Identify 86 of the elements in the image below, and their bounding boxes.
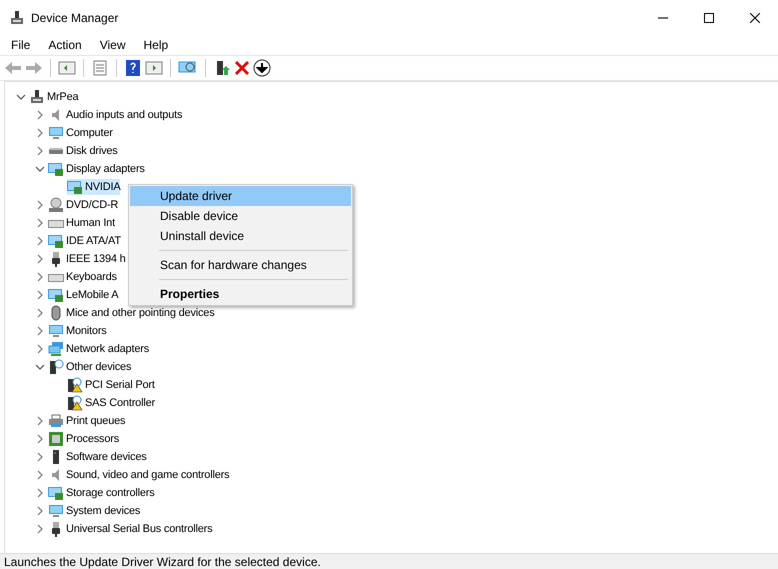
context-menu-item[interactable]: Scan for hardware changes (130, 255, 351, 275)
expand-chevron-icon[interactable] (35, 254, 45, 264)
expand-chevron-icon[interactable] (35, 308, 45, 318)
display-card-icon (48, 233, 64, 249)
expand-chevron-icon[interactable] (35, 344, 45, 354)
expand-chevron-icon[interactable] (35, 290, 45, 300)
monitor-icon (48, 125, 64, 141)
context-menu-item[interactable]: Uninstall device (130, 226, 351, 246)
tree-item[interactable]: Human Int (66, 214, 115, 232)
tree-item[interactable]: IDE ATA/AT (66, 232, 121, 250)
context-menu-item[interactable]: Disable device (130, 206, 351, 226)
chip-icon (48, 431, 64, 447)
window-title: Device Manager (31, 10, 118, 26)
tree-item[interactable]: MrPea (47, 88, 78, 106)
unknown-device-icon (48, 359, 64, 375)
tree-item[interactable]: Monitors (66, 322, 107, 340)
close-icon (750, 12, 760, 22)
expand-chevron-icon[interactable] (35, 524, 45, 534)
expand-chevron-icon[interactable] (35, 110, 45, 120)
tree-item[interactable]: System devices (66, 502, 140, 520)
monitor-icon (48, 323, 64, 339)
tree-item[interactable]: Disk drives (66, 142, 118, 160)
tree-item[interactable]: Software devices (66, 448, 147, 466)
expand-chevron-icon[interactable] (35, 272, 45, 282)
remove-icon[interactable] (234, 60, 250, 76)
context-menu-item[interactable]: Update driver (130, 186, 351, 206)
menu-item[interactable]: View (90, 36, 134, 54)
tree-item[interactable]: Processors (66, 430, 120, 448)
expand-chevron-icon[interactable] (35, 488, 45, 498)
tree-item[interactable]: Universal Serial Bus controllers (66, 520, 212, 538)
network-icon (48, 341, 64, 357)
tree-item[interactable]: IEEE 1394 h (66, 250, 126, 268)
properties-icon[interactable] (91, 60, 109, 76)
monitor-icon (48, 503, 64, 519)
tree-item[interactable]: Sound, video and game controllers (66, 466, 230, 484)
tree-item[interactable]: Mice and other pointing devices (66, 304, 215, 322)
drive-icon (48, 148, 64, 154)
warning-device-icon (67, 395, 83, 411)
tree-item[interactable]: SAS Controller (85, 394, 155, 412)
tree-item[interactable]: Display adapters (66, 160, 145, 178)
menu-item[interactable]: Help (134, 36, 178, 54)
expand-chevron-icon[interactable] (35, 506, 45, 516)
tree-item[interactable]: LeMobile A (66, 286, 118, 304)
computer-icon (29, 89, 45, 105)
expand-chevron-icon[interactable] (35, 218, 45, 228)
tree-item[interactable]: PCI Serial Port (85, 376, 155, 394)
collapse-chevron-icon[interactable] (35, 164, 45, 174)
expand-chevron-icon[interactable] (35, 146, 45, 156)
menu-item[interactable]: File (2, 36, 40, 54)
tree-item[interactable]: Network adapters (66, 340, 150, 358)
printer-icon (48, 413, 64, 429)
expand-chevron-icon[interactable] (35, 326, 45, 336)
tree-item[interactable]: Other devices (66, 358, 132, 376)
menu-item[interactable]: Action (39, 36, 91, 54)
expand-chevron-icon[interactable] (35, 416, 45, 426)
expand-chevron-icon[interactable] (35, 470, 45, 480)
display-card-icon (48, 485, 64, 501)
expand-chevron-icon[interactable] (35, 434, 45, 444)
app-icon (9, 10, 25, 26)
console-tree-icon[interactable] (58, 60, 76, 76)
minimize-icon (658, 16, 668, 18)
collapse-chevron-icon[interactable] (16, 92, 26, 102)
expand-chevron-icon[interactable] (35, 236, 45, 246)
expand-chevron-icon[interactable] (35, 452, 45, 462)
help-icon[interactable] (124, 60, 142, 76)
forward-arrow-icon[interactable] (25, 60, 43, 76)
display-card-icon (48, 287, 64, 303)
action-pane-icon[interactable] (145, 60, 163, 76)
tree-item[interactable]: Computer (66, 124, 113, 142)
status-text: Launches the Update Driver Wizard for the selected device. (4, 554, 321, 569)
disc-drive-icon (48, 197, 64, 213)
warning-device-icon (67, 377, 83, 393)
back-arrow-icon[interactable] (4, 60, 22, 76)
expand-chevron-icon[interactable] (35, 128, 45, 138)
tree-item[interactable]: DVD/CD-R (66, 196, 118, 214)
tree-item[interactable]: Print queues (66, 412, 126, 430)
maximize-icon (704, 12, 714, 22)
display-card-icon (48, 161, 64, 177)
collapse-chevron-icon[interactable] (35, 362, 45, 372)
download-circle-icon[interactable] (253, 59, 271, 77)
expand-chevron-icon[interactable] (35, 200, 45, 210)
tree-item[interactable]: Keyboards (66, 268, 117, 286)
context-menu-item[interactable]: Properties (130, 284, 351, 304)
tree-item[interactable]: Audio inputs and outputs (66, 106, 182, 124)
display-card-icon (67, 179, 83, 195)
tree-item[interactable]: Storage controllers (66, 484, 155, 502)
